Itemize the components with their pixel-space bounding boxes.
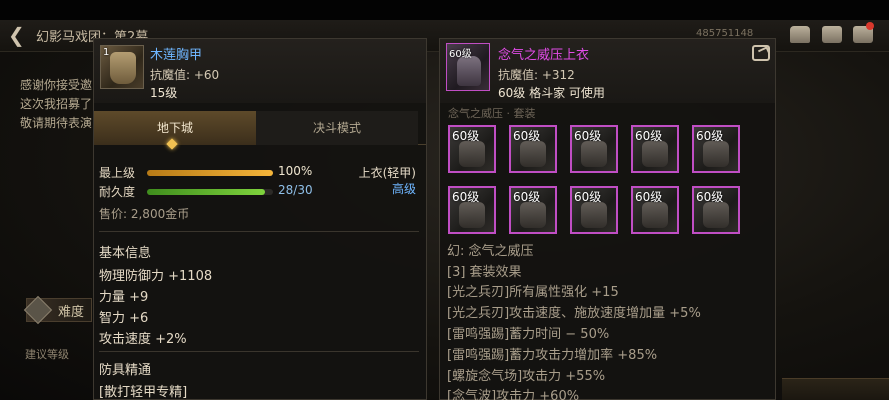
stat-line: 攻击速度 +2%	[99, 332, 187, 347]
recommended-level-label: 建议等级	[25, 348, 69, 361]
item-name: 木莲胸甲	[150, 48, 203, 63]
item-header: 60级 念气之威压上衣 抗魔值: +312 60级 格斗家 可使用	[440, 39, 775, 103]
mastery-title: 防具精通	[99, 363, 152, 378]
intro-line-3: 敬请期待表演	[20, 116, 93, 130]
armor-piece-icon	[642, 202, 668, 228]
back-arrow-icon[interactable]: ❮	[8, 24, 26, 46]
tab-dungeon[interactable]: 地下城	[94, 111, 256, 145]
armor-piece-icon	[459, 202, 485, 228]
set-item-level: 60级	[452, 129, 480, 143]
difficulty-label: 难度	[58, 305, 85, 320]
armor-piece-icon	[642, 141, 668, 167]
set-item-slot[interactable]: 60级	[509, 125, 557, 173]
set-item-level: 60级	[696, 129, 724, 143]
set-item-slot[interactable]: 60级	[448, 186, 496, 234]
set-item-slot[interactable]: 60级	[692, 125, 740, 173]
set-effect-line: [光之兵刃]所有属性强化 +15	[447, 285, 619, 300]
stat-line: 物理防御力 +1108	[99, 269, 213, 284]
item-level-class: 60级 格斗家 可使用	[498, 86, 605, 100]
item-icon-level: 60级	[449, 49, 472, 60]
intro-line-2: 这次我招募了	[20, 97, 93, 111]
item-header: 1 木莲胸甲 抗魔值: +60 15级	[94, 39, 426, 103]
anti-magic-value: 抗魔值: +312	[498, 68, 575, 82]
item-level: 15级	[150, 86, 178, 100]
divider	[99, 351, 419, 352]
set-item-slot[interactable]: 60级	[448, 125, 496, 173]
status-bar	[0, 0, 889, 20]
armor-piece-icon	[520, 141, 546, 167]
max-grade-bar-fill	[147, 170, 273, 176]
set-item-level: 60级	[513, 190, 541, 204]
set-name: 幻: 念气之威压	[447, 244, 534, 259]
compare-item-tooltip: 60级 念气之威压上衣 抗魔值: +312 60级 格斗家 可使用 念气之威压 …	[439, 38, 776, 400]
set-item-level: 60级	[635, 129, 663, 143]
anti-magic-value: 抗魔值: +60	[150, 68, 220, 82]
set-item-slot[interactable]: 60级	[631, 125, 679, 173]
set-item-level: 60级	[574, 190, 602, 204]
stat-line: 智力 +6	[99, 311, 149, 326]
basic-info-title: 基本信息	[99, 246, 152, 261]
set-bonus-title: [3] 套装效果	[447, 265, 522, 280]
mastery-line: [散打轻甲专精]	[99, 385, 188, 400]
armor-piece-icon	[520, 202, 546, 228]
durability-bar-fill	[147, 189, 265, 195]
mail-icon[interactable]	[822, 26, 842, 43]
durability-label: 耐久度	[99, 185, 136, 199]
durability-bar	[147, 189, 273, 195]
set-item-level: 60级	[513, 129, 541, 143]
set-item-level: 60级	[574, 129, 602, 143]
set-item-slot[interactable]: 60级	[692, 186, 740, 234]
bottom-action-bar[interactable]	[782, 378, 889, 400]
set-item-level: 60级	[635, 190, 663, 204]
armor-piece-icon	[581, 202, 607, 228]
durability-value: 28/30	[278, 183, 313, 197]
divider	[99, 231, 419, 232]
max-grade-bar	[147, 170, 273, 176]
set-item-slot[interactable]: 60级	[570, 186, 618, 234]
set-effect-line: [光之兵刃]攻击速度、施放速度增加量 +5%	[447, 306, 701, 321]
equipped-item-tooltip: 1 木莲胸甲 抗魔值: +60 15级 地下城 决斗模式 最上级 100% 耐久…	[93, 38, 427, 400]
set-header-faded: 念气之威压 · 套装	[448, 107, 536, 120]
set-item-level: 60级	[696, 190, 724, 204]
chest-armor-icon: 1	[100, 45, 144, 89]
intro-line-1: 感谢你接受邀	[20, 78, 93, 92]
set-effect-line: [念气波]攻击力 +60%	[447, 389, 580, 400]
top-armor-icon: 60级	[446, 43, 490, 91]
armor-piece-icon	[703, 202, 729, 228]
max-grade-value: 100%	[278, 164, 313, 178]
stat-line: 力量 +9	[99, 290, 149, 305]
sell-price: 售价: 2,800金币	[99, 207, 190, 221]
armor-piece-icon	[581, 141, 607, 167]
set-item-slot[interactable]: 60级	[570, 125, 618, 173]
armor-piece-icon	[459, 141, 485, 167]
notification-badge	[866, 22, 874, 30]
item-icon-level: 1	[103, 47, 110, 58]
shop-icon[interactable]	[790, 26, 810, 43]
mode-tabs: 地下城 决斗模式	[94, 111, 426, 145]
set-effect-line: [雷鸣强踢]蓄力时间 − 50%	[447, 327, 610, 342]
tab-pvp[interactable]: 决斗模式	[256, 111, 418, 145]
item-slot-type: 上衣(轻甲)	[358, 166, 416, 180]
item-grade: 高级	[391, 182, 416, 196]
set-item-slot[interactable]: 60级	[509, 186, 557, 234]
armor-piece-icon	[703, 141, 729, 167]
share-icon[interactable]	[752, 45, 770, 61]
set-item-slot[interactable]: 60级	[631, 186, 679, 234]
item-name: 念气之威压上衣	[498, 48, 590, 63]
max-grade-label: 最上级	[99, 166, 136, 180]
set-effect-line: [螺旋念气场]攻击力 +55%	[447, 369, 606, 384]
set-effect-line: [雷鸣强踢]蓄力攻击力增加率 +85%	[447, 348, 658, 363]
set-item-level: 60级	[452, 190, 480, 204]
